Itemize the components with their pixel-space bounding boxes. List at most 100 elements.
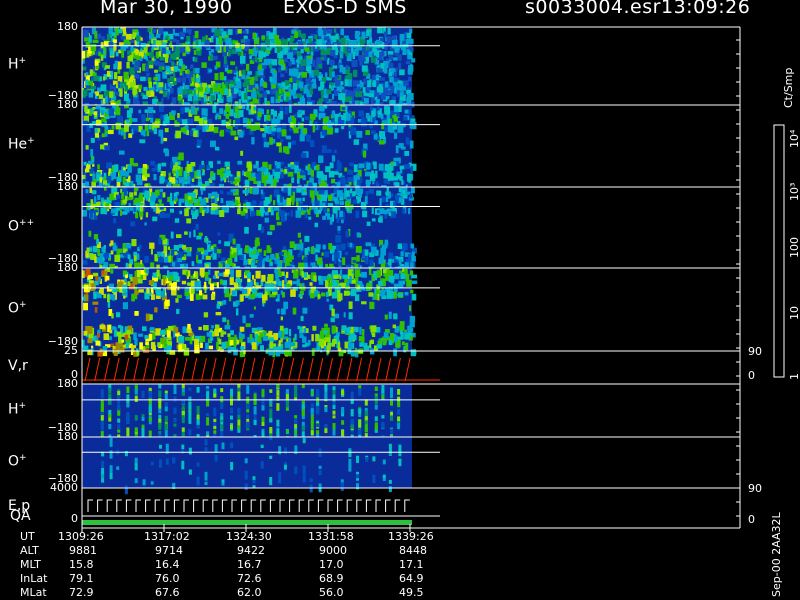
panel-0-pixel xyxy=(256,47,259,51)
panel-top-tick: 180 xyxy=(57,261,78,274)
panel-0-pixel xyxy=(358,55,365,61)
panel-6-pixel xyxy=(109,465,113,473)
panel-0-pixel xyxy=(194,82,199,87)
panel-1-pixel xyxy=(270,109,274,115)
panel-0-pixel xyxy=(91,89,95,93)
panel-1-pixel xyxy=(247,164,253,172)
panel-6-pixel xyxy=(134,463,138,471)
panel-1-pixel xyxy=(377,106,380,111)
panel-2-pixel xyxy=(104,187,107,191)
panel-1-pixel xyxy=(194,115,200,122)
panel-1-pixel xyxy=(396,112,400,117)
panel-1-pixel xyxy=(242,117,248,123)
panel-2-pixel xyxy=(165,213,171,218)
panel-2-pixel xyxy=(176,234,182,238)
panel-2-pixel xyxy=(91,190,97,195)
panel-0-pixel xyxy=(408,67,413,75)
panel-0-pixel xyxy=(165,53,169,59)
panel-2-pixel xyxy=(314,188,317,196)
panel-2-pixel xyxy=(186,218,192,224)
panel-5-pixel xyxy=(324,424,328,428)
panel-3-pixel xyxy=(245,323,251,328)
panel-2-pixel xyxy=(337,226,341,231)
panel-3-pixel xyxy=(149,314,153,321)
panel-0-pixel xyxy=(293,69,299,77)
panel-3-pixel xyxy=(342,274,348,279)
panel-3-pixel xyxy=(93,272,99,277)
panel-5-pixel xyxy=(332,429,336,436)
panel-1-pixel xyxy=(241,105,246,110)
panel-5-pixel xyxy=(332,415,336,419)
panel-0-pixel xyxy=(229,80,235,85)
panel-1-pixel xyxy=(387,172,394,181)
panel-3-pixel xyxy=(377,344,383,348)
panel-1-pixel xyxy=(403,116,408,121)
panel-1-pixel xyxy=(184,107,190,113)
panel-0-pixel xyxy=(242,30,247,34)
panel-3-pixel xyxy=(82,296,86,301)
panel-0-pixel xyxy=(145,64,149,72)
panel-2-pixel xyxy=(297,232,301,238)
panel-3-pixel xyxy=(99,324,106,330)
panel-0-pixel xyxy=(211,36,214,43)
panel-3-pixel xyxy=(303,327,307,334)
panel-0-pixel xyxy=(370,97,375,101)
panel-3-pixel xyxy=(309,282,313,286)
panel-2-pixel xyxy=(218,240,221,244)
panel-2-pixel xyxy=(184,231,188,235)
panel-3-pixel xyxy=(85,268,91,275)
panel-2-pixel xyxy=(335,200,340,205)
panel-1-pixel xyxy=(255,177,259,182)
panel-right-top-tick: 90 xyxy=(748,345,762,358)
panel-0-pixel xyxy=(341,37,346,46)
panel-1-pixel xyxy=(201,108,205,116)
panel-1-pixel xyxy=(389,118,392,125)
panel-5-pixel xyxy=(350,409,354,417)
panel-3-pixel xyxy=(238,332,242,338)
footer-value: 17.0 xyxy=(319,558,344,571)
panel-1-pixel xyxy=(349,162,354,167)
panel-3-pixel xyxy=(376,269,381,278)
panel-5-pixel xyxy=(237,415,241,420)
panel-5-pixel xyxy=(269,418,273,423)
panel-3-pixel xyxy=(320,348,323,353)
panel-3-pixel xyxy=(182,326,187,333)
panel-0-pixel xyxy=(364,98,369,104)
panel-3-pixel xyxy=(337,342,341,349)
panel-3-pixel xyxy=(273,333,279,340)
panel-1-pixel xyxy=(107,175,112,184)
panel-2-pixel xyxy=(302,205,307,211)
panel-2-pixel xyxy=(125,243,131,249)
panel-5-pixel xyxy=(294,430,298,435)
panel-1-pixel xyxy=(369,123,373,129)
panel-6-pixel xyxy=(101,474,105,479)
panel-1-pixel xyxy=(153,127,157,135)
panel-3-pixel xyxy=(241,346,245,351)
panel-5-pixel xyxy=(213,430,217,434)
panel-0-pixel xyxy=(187,94,193,102)
footer-value: 56.0 xyxy=(319,586,344,599)
panel-0-pixel xyxy=(393,57,398,61)
panel-0-pixel xyxy=(109,91,114,98)
panel-5-pixel xyxy=(164,393,168,400)
panel-2-pixel xyxy=(228,233,234,240)
panel-1-pixel xyxy=(266,114,271,122)
panel-3-pixel xyxy=(255,333,258,342)
panel-1-pixel xyxy=(246,107,249,111)
panel-3-pixel xyxy=(277,294,280,299)
panel-2-pixel xyxy=(193,229,196,238)
panel-0-pixel xyxy=(363,50,369,57)
panel-2-pixel xyxy=(398,197,403,202)
panel-3-pixel xyxy=(309,293,315,299)
panel-5-pixel xyxy=(374,404,378,410)
panel-0-pixel xyxy=(177,96,182,101)
panel-0-pixel xyxy=(368,51,373,58)
panel-1-pixel xyxy=(196,169,201,177)
panel-1-pixel xyxy=(243,123,248,128)
panel-1-pixel xyxy=(319,106,325,112)
panel-1-pixel xyxy=(238,110,244,118)
panel-0-pixel xyxy=(409,46,413,50)
panel-0-pixel xyxy=(339,93,346,101)
panel-3-pixel xyxy=(318,338,325,346)
panel-0-pixel xyxy=(170,87,174,94)
